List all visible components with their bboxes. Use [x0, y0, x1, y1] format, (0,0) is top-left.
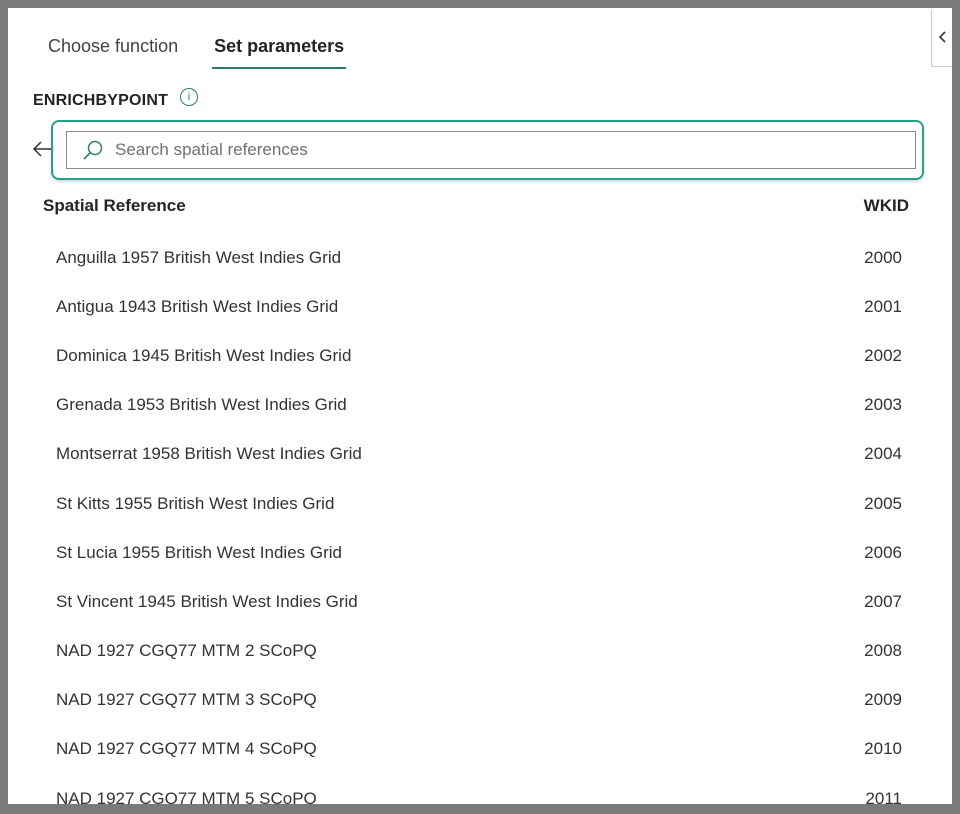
collapse-panel-button[interactable]: [931, 10, 952, 67]
row-wkid: 2000: [864, 247, 902, 267]
back-arrow-icon: [32, 140, 52, 163]
row-wkid: 2006: [864, 542, 902, 562]
row-name: St Lucia 1955 British West Indies Grid: [56, 542, 342, 562]
column-header-spatial-reference: Spatial Reference: [43, 196, 186, 215]
row-wkid: 2001: [864, 296, 902, 316]
search-input[interactable]: [113, 139, 915, 161]
table-row[interactable]: St Vincent 1945 British West Indies Grid…: [43, 577, 909, 626]
info-icon[interactable]: i: [180, 88, 199, 106]
table-header: Spatial Reference WKID: [43, 196, 909, 216]
table-row[interactable]: St Kitts 1955 British West Indies Grid 20…: [43, 479, 909, 528]
row-name: NAD 1927 CGQ77 MTM 5 SCoPQ: [56, 788, 317, 804]
column-header-wkid: WKID: [863, 196, 909, 215]
spatial-reference-list: Anguilla 1957 British West Indies Grid 20…: [43, 233, 909, 804]
table-row[interactable]: NAD 1927 CGQ77 MTM 3 SCoPQ 2009: [43, 676, 909, 725]
tab-choose-function[interactable]: Choose function: [46, 32, 180, 69]
row-wkid: 2008: [864, 641, 902, 661]
search-icon: [81, 138, 105, 162]
function-name: ENRICHBYPOINT: [33, 92, 169, 109]
row-wkid: 2003: [864, 395, 902, 415]
function-title: ENRICHBYPOINT i: [33, 88, 199, 110]
row-name: NAD 1927 CGQ77 MTM 4 SCoPQ: [56, 739, 317, 759]
row-wkid: 2009: [864, 690, 902, 710]
table-row[interactable]: NAD 1927 CGQ77 MTM 2 SCoPQ 2008: [43, 627, 909, 676]
table-row[interactable]: NAD 1927 CGQ77 MTM 5 SCoPQ 2011: [43, 774, 909, 804]
search-field[interactable]: [66, 131, 916, 169]
tab-bar: Choose function Set parameters: [46, 32, 378, 69]
row-name: Anguilla 1957 British West Indies Grid: [56, 247, 342, 267]
row-wkid: 2011: [865, 788, 902, 804]
row-name: Dominica 1945 British West Indies Grid: [56, 345, 352, 365]
row-name: NAD 1927 CGQ77 MTM 3 SCoPQ: [56, 690, 317, 710]
table-row[interactable]: Anguilla 1957 British West Indies Grid 20…: [43, 233, 909, 282]
row-name: St Vincent 1945 British West Indies Grid: [56, 591, 358, 611]
table-row[interactable]: Antigua 1943 British West Indies Grid 200…: [43, 282, 909, 331]
tab-set-parameters[interactable]: Set parameters: [212, 32, 347, 69]
row-name: Grenada 1953 British West Indies Grid: [56, 395, 347, 415]
table-row[interactable]: NAD 1927 CGQ77 MTM 4 SCoPQ 2010: [43, 725, 909, 774]
row-name: Antigua 1943 British West Indies Grid: [56, 296, 339, 316]
row-wkid: 2007: [864, 591, 902, 611]
table-row[interactable]: Dominica 1945 British West Indies Grid 20…: [43, 331, 909, 380]
parameters-panel: Choose function Set parameters ENRICHBYP…: [8, 8, 952, 804]
row-name: Montserrat 1958 British West Indies Grid: [56, 444, 362, 464]
chevron-left-icon: [938, 30, 948, 46]
row-wkid: 2010: [864, 739, 902, 759]
table-row[interactable]: Grenada 1953 British West Indies Grid 200…: [43, 381, 909, 430]
table-row[interactable]: St Lucia 1955 British West Indies Grid 20…: [43, 528, 909, 577]
row-name: St Kitts 1955 British West Indies Grid: [56, 493, 335, 513]
row-wkid: 2004: [864, 444, 902, 464]
row-name: NAD 1927 CGQ77 MTM 2 SCoPQ: [56, 641, 317, 661]
row-wkid: 2002: [864, 345, 902, 365]
table-row[interactable]: Montserrat 1958 British West Indies Grid…: [43, 430, 909, 479]
row-wkid: 2005: [864, 493, 902, 513]
